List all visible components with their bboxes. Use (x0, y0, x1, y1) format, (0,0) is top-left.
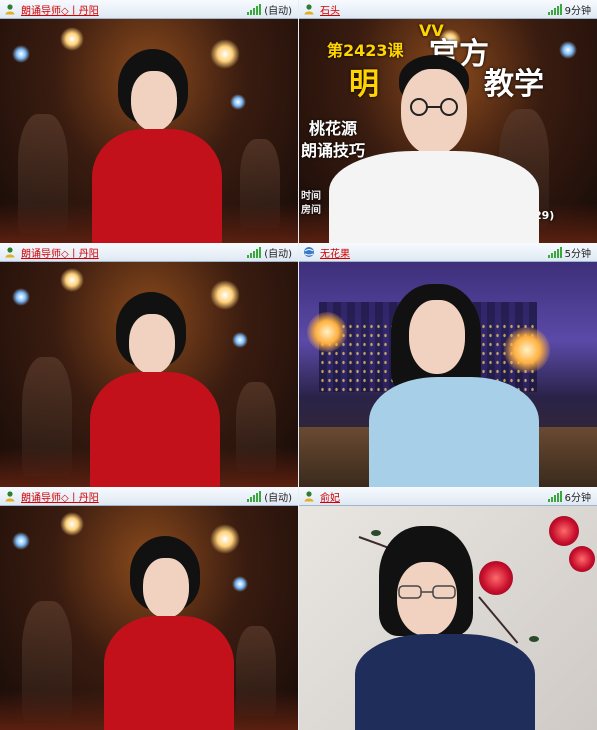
promo-topic-1: 桃花源 (309, 119, 358, 138)
session-duration: 6分钟 (564, 492, 591, 504)
video-feed (0, 262, 298, 487)
signal-icon (247, 490, 262, 502)
signal-icon (547, 246, 562, 258)
video-pane-host-2[interactable]: 朗诵导师◇丨丹阳 (自动) (0, 243, 298, 487)
pane-title-bar: 朗诵导师◇丨丹阳 (自动) (0, 487, 298, 506)
promo-footer-2: 房间 (301, 205, 321, 216)
user-icon (304, 491, 314, 502)
video-feed (299, 262, 597, 487)
signal-icon (247, 3, 262, 15)
video-row-3: 朗诵导师◇丨丹阳 (自动) 俞妃 6分钟 (0, 487, 597, 730)
video-pane-guest-3[interactable]: 俞妃 6分钟 (299, 487, 597, 730)
promo-title-3: 教学 (484, 67, 544, 102)
user-name-link[interactable]: 石头 (320, 2, 340, 17)
video-feed: VV 第2423课 官方 明 教学 桃花源 朗诵技巧 时间 房间 01129) (299, 19, 597, 243)
user-icon (5, 491, 15, 502)
pane-title-bar: 无花果 5分钟 (299, 243, 597, 262)
glasses-icon (410, 98, 458, 116)
mic-status: (自动) (264, 248, 292, 260)
video-feed (0, 506, 298, 730)
glasses-icon (398, 585, 456, 599)
session-duration: 9分钟 (564, 5, 591, 17)
video-pane-guest-2[interactable]: 无花果 5分钟 (299, 243, 597, 487)
video-feed (299, 506, 597, 730)
video-pane-guest-1[interactable]: 石头 9分钟 VV 第2423课 官方 明 教学 桃花源 朗诵技巧 时间 房间 … (299, 0, 597, 243)
user-name-link[interactable]: 朗诵导师◇丨丹阳 (21, 245, 99, 260)
video-row-2: 朗诵导师◇丨丹阳 (自动) 无花果 5分钟 (0, 243, 597, 487)
video-row-1: 朗诵导师◇丨丹阳 (自动) 石头 9分钟 VV 第2423课 官方 明 教学 桃… (0, 0, 597, 243)
pane-title-bar: 朗诵导师◇丨丹阳 (自动) (0, 243, 298, 262)
mic-status: (自动) (264, 492, 292, 504)
user-name-link[interactable]: 无花果 (320, 245, 350, 260)
video-feed (0, 19, 298, 243)
signal-icon (247, 246, 262, 258)
user-icon (304, 4, 314, 15)
pane-title-bar: 石头 9分钟 (299, 0, 597, 19)
signal-icon (547, 3, 562, 15)
user-icon (5, 247, 15, 258)
user-name-link[interactable]: 俞妃 (320, 489, 340, 504)
pane-title-bar: 俞妃 6分钟 (299, 487, 597, 506)
session-duration: 5分钟 (564, 248, 591, 260)
promo-footer-1: 时间 (301, 191, 321, 202)
signal-icon (547, 490, 562, 502)
user-name-link[interactable]: 朗诵导师◇丨丹阳 (21, 489, 99, 504)
mic-status: (自动) (264, 5, 292, 17)
promo-topic-2: 朗诵技巧 (301, 141, 366, 160)
promo-title-2: 明 (349, 67, 379, 102)
video-pane-host-1[interactable]: 朗诵导师◇丨丹阳 (自动) (0, 0, 298, 243)
user-icon (5, 4, 15, 15)
pane-title-bar: 朗诵导师◇丨丹阳 (自动) (0, 0, 298, 19)
globe-icon (304, 247, 314, 257)
promo-lesson: 第2423课 (327, 41, 404, 60)
user-name-link[interactable]: 朗诵导师◇丨丹阳 (21, 2, 99, 17)
video-pane-host-3[interactable]: 朗诵导师◇丨丹阳 (自动) (0, 487, 298, 730)
